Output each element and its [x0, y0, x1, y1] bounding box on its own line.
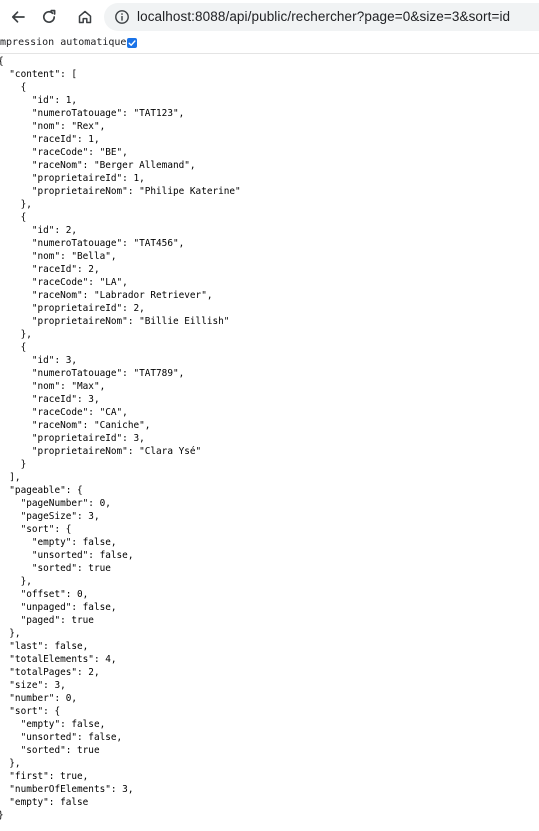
reload-icon[interactable] — [37, 5, 61, 29]
address-bar[interactable]: localhost:8088/api/public/rechercher?pag… — [104, 3, 539, 31]
pretty-print-label[interactable]: Impression automatique — [0, 37, 126, 48]
divider — [0, 53, 539, 54]
url-text[interactable]: localhost:8088/api/public/rechercher?pag… — [137, 9, 510, 24]
info-icon[interactable] — [114, 9, 130, 30]
back-icon[interactable] — [6, 5, 30, 29]
browser-toolbar: localhost:8088/api/public/rechercher?pag… — [0, 0, 539, 34]
pretty-print-bar: Impression automatique — [0, 36, 539, 52]
pretty-print-checkbox[interactable] — [127, 38, 137, 48]
json-response-body: { "content": [ { "id": 1, "numeroTatouag… — [0, 56, 241, 821]
home-icon[interactable] — [73, 5, 97, 29]
